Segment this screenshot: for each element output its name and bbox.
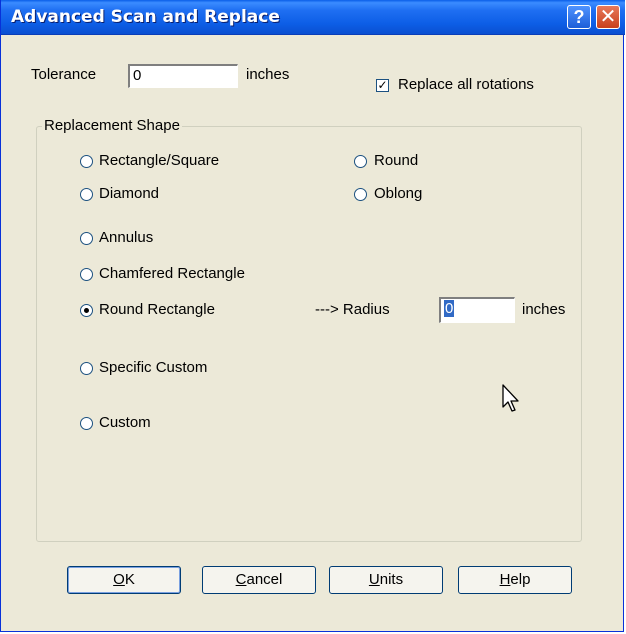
radio-diamond-label[interactable]: Diamond xyxy=(99,185,159,202)
help-icon[interactable]: ? xyxy=(567,5,591,29)
title-bar[interactable]: Advanced Scan and Replace ? ✕ xyxy=(1,0,625,35)
replace-rotations-label: Replace all rotations xyxy=(398,76,534,93)
tolerance-units: inches xyxy=(246,66,290,83)
replace-rotations-checkbox[interactable]: ✓ xyxy=(376,79,389,92)
radio-round-rectangle[interactable] xyxy=(80,304,93,317)
radio-rectangle-square-label[interactable]: Rectangle/Square xyxy=(99,152,219,169)
ok-button[interactable]: OK xyxy=(67,566,181,594)
radio-chamfered-rectangle[interactable] xyxy=(80,268,93,281)
radio-round[interactable] xyxy=(354,155,367,168)
dialog-window: Advanced Scan and Replace ? ✕ Tolerance … xyxy=(0,0,625,632)
radio-specific-custom[interactable] xyxy=(80,362,93,375)
radio-custom-label[interactable]: Custom xyxy=(99,414,151,431)
help-button[interactable]: Help xyxy=(458,566,572,594)
radio-specific-custom-label[interactable]: Specific Custom xyxy=(99,359,207,376)
radio-round-label[interactable]: Round xyxy=(374,152,418,169)
replacement-shape-label: Replacement Shape xyxy=(42,117,182,134)
radius-units: inches xyxy=(522,301,566,318)
radius-label: ---> Radius xyxy=(315,301,390,318)
radio-rectangle-square[interactable] xyxy=(80,155,93,168)
radio-round-rectangle-label[interactable]: Round Rectangle xyxy=(99,301,215,318)
ok-label-rest: K xyxy=(124,571,135,588)
tolerance-input[interactable]: 0 xyxy=(128,64,238,88)
close-icon[interactable]: ✕ xyxy=(596,5,620,29)
units-label-rest: nits xyxy=(379,571,404,588)
radio-oblong-label[interactable]: Oblong xyxy=(374,185,422,202)
help-label-rest: elp xyxy=(510,571,531,588)
units-button[interactable]: Units xyxy=(329,566,443,594)
help-mnemonic: H xyxy=(499,571,511,588)
cancel-mnemonic: C xyxy=(235,571,247,588)
radio-annulus-label[interactable]: Annulus xyxy=(99,229,153,246)
mouse-cursor-icon xyxy=(502,384,519,412)
cancel-button[interactable]: Cancel xyxy=(202,566,316,594)
radio-custom[interactable] xyxy=(80,417,93,430)
cancel-label-rest: ancel xyxy=(246,571,283,588)
units-mnemonic: U xyxy=(368,571,380,588)
radio-annulus[interactable] xyxy=(80,232,93,245)
ok-mnemonic: O xyxy=(113,571,125,588)
window-title: Advanced Scan and Replace xyxy=(11,7,280,27)
radius-value: 0 xyxy=(444,300,455,317)
radius-input[interactable]: 0 xyxy=(439,297,515,323)
radio-oblong[interactable] xyxy=(354,188,367,201)
tolerance-label: Tolerance xyxy=(31,66,97,83)
radio-diamond[interactable] xyxy=(80,188,93,201)
radio-chamfered-rectangle-label[interactable]: Chamfered Rectangle xyxy=(99,265,245,282)
